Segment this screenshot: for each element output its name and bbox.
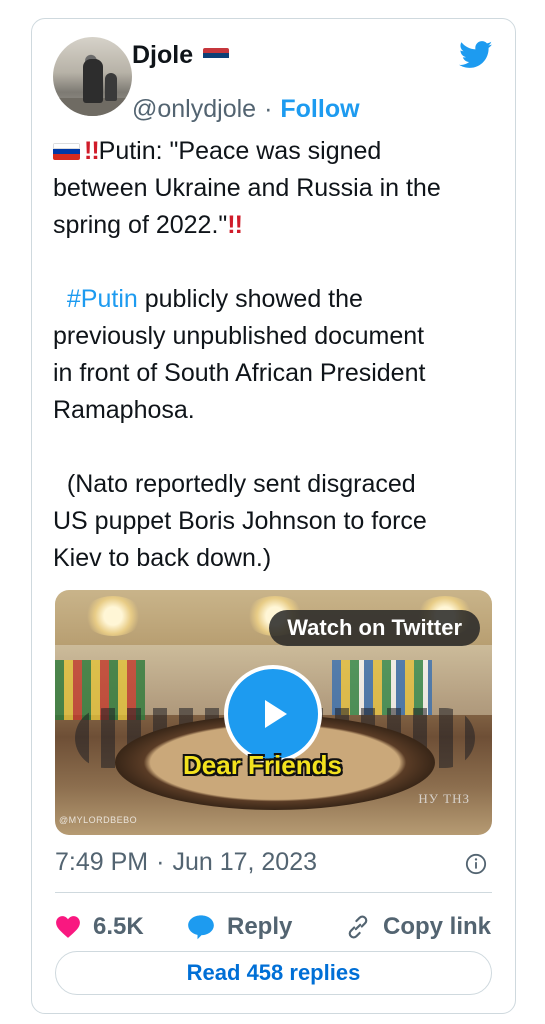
tweet-text: !!Putin: "Peace was signed between Ukrai… (53, 133, 503, 577)
user-handle[interactable]: @onlydjole (132, 95, 256, 124)
play-button[interactable] (224, 665, 322, 763)
info-icon[interactable] (465, 853, 487, 875)
tweet-line-5: previously unpublished document (53, 322, 425, 350)
video-watermark: @MYLORDBEBO (59, 815, 138, 825)
copy-link-button[interactable]: Copy link (345, 913, 491, 941)
tweet-line-10: Kiev to back down.) (53, 544, 272, 572)
like-button[interactable]: 6.5K (55, 913, 175, 941)
action-bar: 6.5K Reply Copy link (55, 907, 492, 947)
name-row: Djole (132, 41, 230, 70)
play-icon (265, 700, 287, 728)
hashtag-link[interactable]: #Putin (67, 285, 138, 313)
watch-on-twitter-button[interactable]: Watch on Twitter (269, 610, 480, 646)
twitter-bird-icon[interactable] (459, 41, 493, 69)
heart-icon (56, 916, 80, 938)
link-icon (348, 915, 368, 939)
tweet-date: Jun 17, 2023 (172, 848, 318, 876)
tweet-line-6: in front of South African President (53, 359, 426, 387)
double-exclamation-icon: !! (84, 137, 100, 165)
channel-logo: НУ ТНЗ (418, 791, 470, 806)
video-caption: Dear Friends (183, 750, 342, 780)
tweet-line-2: between Ukraine and Russia in the (53, 174, 441, 202)
tweet-line-1: !!Putin: "Peace was signed (53, 133, 503, 170)
reply-label: Reply (227, 913, 293, 940)
russia-flag-icon (53, 143, 80, 160)
tweet-line-8: (Nato reportedly sent disgraced (53, 470, 416, 498)
tweet-header: Djole @onlydjole · Follow (32, 19, 515, 129)
video-thumbnail[interactable]: Watch on Twitter Dear Friends @MYLORDBEB… (55, 590, 492, 835)
tweet-time: 7:49 PM (55, 848, 149, 876)
tweet-line-7: Ramaphosa. (53, 396, 195, 424)
tweet-line-9: US puppet Boris Johnson to force (53, 507, 427, 535)
avatar[interactable] (53, 37, 132, 116)
read-replies-button[interactable]: Read 458 replies (55, 951, 492, 995)
like-count: 6.5K (93, 913, 144, 940)
follow-button[interactable]: Follow (280, 95, 359, 124)
copy-link-label: Copy link (383, 913, 492, 940)
tweet-line-4: #Putin publicly showed the (66, 285, 363, 313)
reply-button[interactable]: Reply (187, 913, 323, 941)
tweet-card: Djole @onlydjole · Follow !!Putin: "Peac… (31, 18, 516, 1014)
display-name[interactable]: Djole (132, 41, 193, 70)
handle-row: @onlydjole · Follow (132, 95, 360, 124)
handle-separator: · (264, 95, 273, 123)
tweet-line-3: spring of 2022."!! (53, 211, 243, 239)
double-exclamation-icon: !! (227, 211, 243, 239)
time-separator: · (156, 848, 165, 876)
timestamp[interactable]: 7:49 PM · Jun 17, 2023 (55, 848, 317, 877)
reply-bubble-icon (188, 915, 214, 940)
serbia-flag-icon (203, 47, 230, 64)
divider (55, 892, 492, 893)
